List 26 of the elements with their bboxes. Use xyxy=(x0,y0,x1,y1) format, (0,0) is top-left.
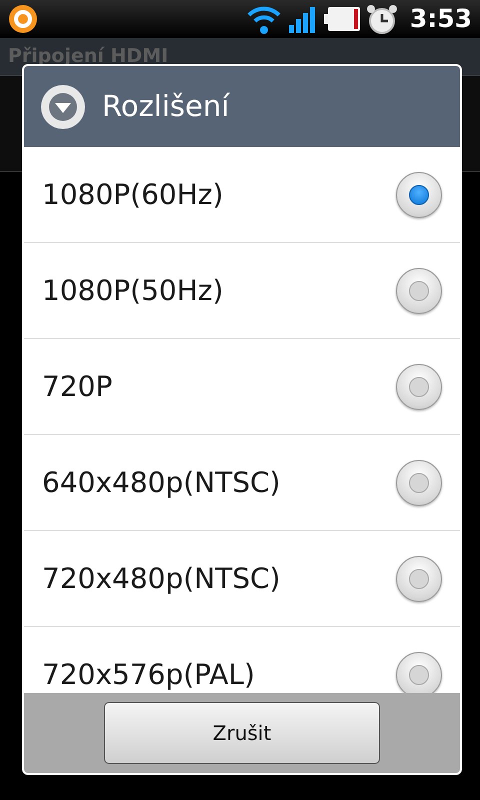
option-label: 720x480p(NTSC) xyxy=(42,560,280,596)
battery-icon xyxy=(324,5,360,33)
radio-button[interactable] xyxy=(396,556,442,602)
radio-button[interactable] xyxy=(396,172,442,218)
option-label: 1080P(60Hz) xyxy=(42,176,224,212)
option-label: 720P xyxy=(42,368,112,404)
radio-button[interactable] xyxy=(396,652,442,693)
radio-button[interactable] xyxy=(396,268,442,314)
option-label: 1080P(50Hz) xyxy=(42,272,224,308)
radio-button[interactable] xyxy=(396,364,442,410)
resolution-option[interactable]: 1080P(60Hz) xyxy=(24,147,460,243)
option-label: 720x576p(PAL) xyxy=(42,656,255,692)
resolution-option[interactable]: 640x480p(NTSC) xyxy=(24,435,460,531)
alarm-clock-icon xyxy=(366,4,398,34)
cancel-button[interactable]: Zrušit xyxy=(104,702,380,764)
resolution-option[interactable]: 720P xyxy=(24,339,460,435)
option-label: 640x480p(NTSC) xyxy=(42,464,280,500)
signal-icon xyxy=(288,5,318,33)
dialog-title: Rozlišení xyxy=(102,88,230,125)
resolution-option[interactable]: 1080P(50Hz) xyxy=(24,243,460,339)
clock-time: 3:53 xyxy=(410,3,472,36)
dropdown-circle-icon xyxy=(40,84,86,130)
resolution-option[interactable]: 720x480p(NTSC) xyxy=(24,531,460,627)
wifi-icon xyxy=(246,4,282,34)
radio-button[interactable] xyxy=(396,460,442,506)
app-notification-icon xyxy=(8,4,38,34)
